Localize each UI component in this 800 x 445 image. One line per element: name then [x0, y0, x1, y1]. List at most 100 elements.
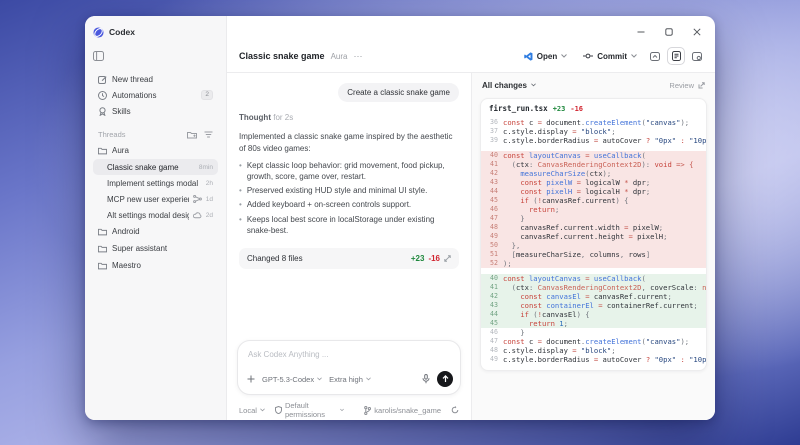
terminal-panel-icon[interactable] — [689, 48, 705, 64]
bullet-item: •Keeps local best score in localStorage … — [239, 214, 459, 236]
line-number: 48 — [481, 346, 503, 355]
code-line: (ctx: CanvasRenderingContext2D): void =>… — [503, 160, 693, 169]
line-number: 45 — [481, 319, 503, 328]
thread-item-implement-settings-modal[interactable]: Implement settings modal 2h — [93, 175, 218, 191]
line-number: 37 — [481, 127, 503, 136]
review-link[interactable]: Review — [669, 81, 694, 90]
sidebar: Codex New thread Automations 2 Skills Threa… — [85, 16, 227, 420]
automations-count-badge: 2 — [201, 90, 213, 100]
sync-icon[interactable] — [451, 406, 459, 414]
send-button[interactable] — [437, 371, 453, 387]
status-bar: Local Default permissions — [227, 400, 471, 420]
thread-item-mcp-new-user-experience[interactable]: MCP new user experience1d — [93, 191, 218, 207]
thread-item-timestamp: 2h — [206, 180, 213, 187]
thread-group-maestro[interactable]: Maestro — [93, 257, 218, 274]
changes-filter-dropdown[interactable]: All changes — [482, 81, 527, 90]
diff-row-removed: 42 measureCharSize(ctx); — [481, 169, 706, 178]
diff-row-removed: 50 }, — [481, 241, 706, 250]
shield-icon — [275, 406, 282, 414]
file-deletions: -16 — [570, 105, 583, 113]
app-name: Codex — [109, 27, 135, 37]
code-line: c.style.borderRadius = autoCover ? "0px"… — [503, 136, 706, 145]
line-number: 49 — [481, 232, 503, 241]
editor-panel-icon[interactable] — [647, 48, 663, 64]
diff-row-removed: 46 return; — [481, 205, 706, 214]
microphone-icon[interactable] — [422, 374, 430, 384]
thread-group-label: Android — [112, 227, 140, 236]
app-logo-row: Codex — [93, 25, 218, 39]
attach-plus-icon[interactable] — [247, 375, 255, 383]
git-branch-icon — [364, 406, 371, 415]
branch-name: karolis/snake_game — [374, 406, 441, 415]
effort-selector[interactable]: Extra high — [329, 375, 371, 384]
env-selector[interactable]: Local — [239, 406, 265, 415]
thread-item-timestamp: 8min — [199, 164, 213, 171]
line-number: 49 — [481, 355, 503, 364]
diff-row-removed: 41 (ctx: CanvasRenderingContext2D): void… — [481, 160, 706, 169]
thread-item-label: Implement settings modal — [107, 179, 202, 188]
sidebar-item-new-thread[interactable]: New thread — [93, 71, 218, 87]
code-line: canvasRef.current.width = pixelW; — [503, 223, 663, 232]
diff-view-icon[interactable] — [667, 47, 685, 65]
line-number: 47 — [481, 337, 503, 346]
code-line: const canvasEl = canvasRef.current; — [503, 292, 672, 301]
code-line: if (!canvasRef.current) { — [503, 196, 629, 205]
composer-input[interactable]: Ask Codex Anything ... — [238, 341, 460, 371]
env-label: Local — [239, 406, 257, 415]
maximize-icon[interactable] — [665, 28, 673, 36]
changed-files-bar[interactable]: Changed 8 files +23 -16 — [239, 248, 459, 269]
codex-logo-icon — [93, 27, 104, 38]
new-folder-icon[interactable] — [187, 131, 197, 139]
clock-icon — [98, 91, 107, 100]
diff-row-context: 39c.style.borderRadius = autoCover ? "0p… — [481, 136, 706, 145]
diff-row-added: 45 return 1; — [481, 319, 706, 328]
diff-row-added: 42 const canvasEl = canvasRef.current; — [481, 292, 706, 301]
permissions-selector[interactable]: Default permissions — [275, 401, 344, 419]
filter-icon[interactable] — [204, 131, 213, 138]
diff-row-context: 37c.style.display = "block"; — [481, 127, 706, 136]
git-commit-icon — [583, 52, 593, 60]
line-number: 41 — [481, 283, 503, 292]
code-line: c.style.borderRadius = autoCover ? "0px"… — [503, 355, 706, 364]
thread-group-super-assistant[interactable]: Super assistant — [93, 240, 218, 257]
composer[interactable]: Ask Codex Anything ... GPT-5.3-Codex — [237, 340, 461, 395]
thread-item-label: Alt settings modal design — [107, 211, 189, 220]
minimize-icon[interactable] — [637, 28, 645, 36]
codex-app-window: Codex New thread Automations 2 Skills Threa… — [85, 16, 715, 420]
threads-section-header: Threads — [93, 127, 218, 142]
thought-summary[interactable]: Thought for 2s — [239, 112, 459, 123]
sidebar-item-skills[interactable]: Skills — [93, 103, 218, 119]
sidebar-toggle-icon[interactable] — [93, 51, 104, 61]
code-line: return 1; — [503, 319, 568, 328]
line-number: 44 — [481, 310, 503, 319]
close-icon[interactable] — [693, 28, 701, 36]
diff-row-context: 46 } — [481, 328, 706, 337]
thread-item-label: MCP new user experience — [107, 195, 189, 204]
line-number: 42 — [481, 169, 503, 178]
diff-row-context: 47const c = document.createElement("canv… — [481, 337, 706, 346]
diff-file-card: first_run.tsx +23 -16 36const c = docume… — [480, 98, 707, 371]
sidebar-item-automations[interactable]: Automations 2 — [93, 87, 218, 103]
commit-button[interactable]: Commit — [577, 49, 643, 64]
code-line: return; — [503, 205, 559, 214]
diff-code-block[interactable]: 36const c = document.createElement("canv… — [481, 116, 706, 370]
model-selector[interactable]: GPT-5.3-Codex — [262, 375, 322, 384]
more-menu-icon[interactable]: ⋯ — [353, 51, 363, 62]
diff-row-removed: 44 const pixelH = logicalH * dpr; — [481, 187, 706, 196]
chat-scroll-area[interactable]: Create a classic snake game Thought for … — [227, 73, 471, 340]
thread-group-android[interactable]: Android — [93, 223, 218, 240]
thread-item-classic-snake-game[interactable]: Classic snake game8min — [93, 159, 218, 175]
skills-icon — [98, 107, 107, 116]
sidebar-item-label: Automations — [112, 91, 196, 100]
expand-icon[interactable] — [444, 255, 451, 262]
diff-file-name[interactable]: first_run.tsx — [489, 104, 548, 113]
branch-indicator[interactable]: karolis/snake_game — [364, 406, 441, 415]
open-button[interactable]: Open — [518, 49, 573, 64]
open-review-icon[interactable] — [698, 82, 705, 89]
diff-row-removed: 51 [measureCharSize, columns, rows] — [481, 250, 706, 259]
sidebar-item-label: Skills — [112, 107, 213, 116]
thread-item-alt-settings-modal-design[interactable]: Alt settings modal design2d — [93, 207, 218, 223]
compose-icon — [98, 75, 107, 84]
chat-column: Create a classic snake game Thought for … — [227, 73, 472, 420]
thread-group-aura[interactable]: Aura — [93, 142, 218, 159]
